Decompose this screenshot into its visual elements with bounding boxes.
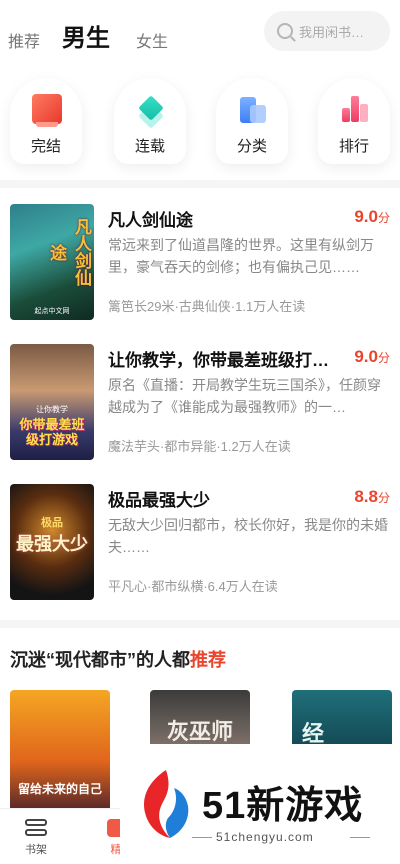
cover-subtitle: 让你教学 xyxy=(36,405,68,414)
book-icon xyxy=(32,94,62,127)
folder-icon xyxy=(238,94,268,124)
section-divider xyxy=(0,620,400,628)
bookshelf-icon xyxy=(25,819,47,837)
recommend-book-1[interactable]: 留给未来的自己 xyxy=(10,690,110,820)
category-label: 完结 xyxy=(30,138,61,155)
watermark-rule xyxy=(350,837,370,838)
top-bar: 推荐 男生 女生 我用闲书… xyxy=(0,0,400,70)
book-item-2[interactable]: 让你教学 你带最差班级打游戏 让你教学，你带最差班级打游… 9.0分 原名《直播… xyxy=(0,344,400,464)
search-icon xyxy=(277,23,293,39)
book-title: 让你教学，你带最差班级打游… xyxy=(108,351,344,370)
book-score: 8.8分 xyxy=(354,487,390,506)
book-score: 9.0分 xyxy=(354,207,390,226)
category-label: 连载 xyxy=(134,138,165,155)
cover-title: 凡人剑仙途 xyxy=(46,218,91,286)
tab-male[interactable]: 男生 xyxy=(62,18,110,53)
nav-bookshelf[interactable]: 书架 xyxy=(6,819,66,857)
section-divider xyxy=(0,180,400,188)
cover-publisher: 起点中文网 xyxy=(34,307,70,315)
watermark-brand: 51新游戏 xyxy=(202,785,364,827)
book-cover: 凡人剑仙途 起点中文网 xyxy=(10,204,94,320)
book-item-3[interactable]: 极品 最强大少 极品最强大少 8.8分 无敌大少回归都市，校长你好，我是你的未婚… xyxy=(0,484,400,604)
cover-title: 留给未来的自己 xyxy=(17,782,102,796)
book-description: 无敌大少回归都市，校长你好，我是你的未婚夫…… xyxy=(108,517,388,555)
category-label: 排行 xyxy=(338,138,369,155)
category-row: 完结 连载 分类 排行 xyxy=(0,78,400,170)
book-cover: 极品 最强大少 xyxy=(10,484,94,600)
book-meta: 篱笆长29米·古典仙侠·1.1万人在读 xyxy=(108,299,306,314)
category-classify[interactable]: 分类 xyxy=(216,78,288,164)
book-cover: 让你教学 你带最差班级打游戏 xyxy=(10,344,94,460)
book-item-1[interactable]: 凡人剑仙途 起点中文网 凡人剑仙途 9.0分 常远来到了仙道昌隆的世界。这里有纵… xyxy=(0,204,400,324)
search-placeholder: 我用闲书… xyxy=(299,24,365,40)
watermark: 51新游戏 51chengyu.com xyxy=(120,744,400,864)
book-meta: 平凡心·都市纵横·6.4万人在读 xyxy=(108,579,278,594)
book-score: 9.0分 xyxy=(354,347,390,366)
book-title: 凡人剑仙途 xyxy=(108,211,193,230)
section-title: 沉迷“现代都市”的人都推荐 xyxy=(10,650,226,670)
layers-icon xyxy=(136,94,166,129)
nav-label: 书架 xyxy=(25,844,47,856)
category-serial[interactable]: 连载 xyxy=(114,78,186,164)
brand-logo-icon xyxy=(144,770,189,838)
category-finished[interactable]: 完结 xyxy=(10,78,82,164)
book-description: 原名《直播：开局教学生玩三国杀》，任颜穿越成为了《谁能成为最强教师》的一… xyxy=(108,377,381,415)
cover-title: 你带最差班级打游戏 xyxy=(19,418,85,448)
book-title: 极品最强大少 xyxy=(108,491,210,510)
search-bar[interactable]: 我用闲书… xyxy=(264,11,390,51)
watermark-rule xyxy=(192,837,212,838)
tab-female[interactable]: 女生 xyxy=(136,28,168,52)
tab-recommend[interactable]: 推荐 xyxy=(8,28,40,52)
book-description: 常远来到了仙道昌隆的世界。这里有纵剑万里，豪气吞天的剑修；也有偏执己见…… xyxy=(108,237,374,275)
category-label: 分类 xyxy=(236,138,267,155)
cover-title: 最强大少 xyxy=(16,534,88,555)
category-ranking[interactable]: 排行 xyxy=(318,78,390,164)
cover-title: 灰巫师 xyxy=(166,719,233,745)
watermark-url: 51chengyu.com xyxy=(216,830,314,844)
cover-subtitle: 极品 xyxy=(41,516,63,529)
bar-chart-icon xyxy=(340,94,370,124)
book-meta: 魔法芋头·都市异能·1.2万人在读 xyxy=(108,439,291,454)
